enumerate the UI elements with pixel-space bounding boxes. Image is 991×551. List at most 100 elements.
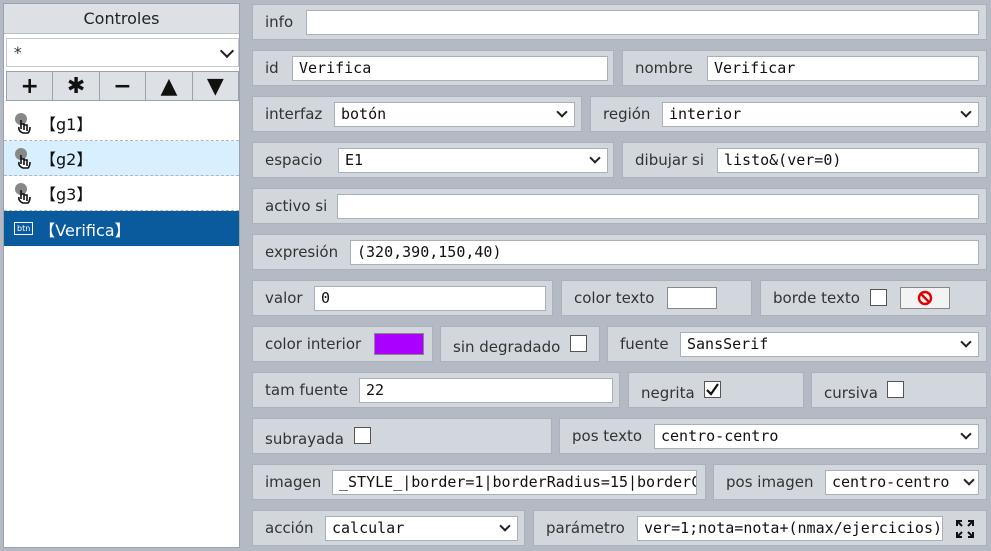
id-row: id Verifica <box>252 50 614 86</box>
subrayada-checkbox[interactable] <box>354 427 371 444</box>
cursiva-checkbox[interactable] <box>887 381 904 398</box>
fuente-label: fuente <box>620 335 669 353</box>
move-up-button[interactable]: ▲ <box>146 71 193 101</box>
properties-panel: info id Verifica nombre Verificar interf… <box>245 0 991 551</box>
interfaz-label: interfaz <box>265 105 323 123</box>
id-input[interactable]: Verifica <box>292 56 608 81</box>
controls-toolbar: + ✱ − ▲ ▼ <box>6 71 240 101</box>
controls-panel: Controles * + ✱ − ▲ ▼ 【g1】 【g2】 【g3】 btn… <box>3 3 240 548</box>
nombre-row: nombre Verificar <box>622 50 987 86</box>
interfaz-row: interfaz botón <box>252 96 582 132</box>
subrayada-row: subrayada <box>252 418 552 454</box>
borde-texto-label: borde texto <box>773 289 860 307</box>
valor-row: valor 0 <box>252 280 553 316</box>
expresion-row: expresión (320,390,150,40) <box>252 234 987 270</box>
fuente-row: fuente SansSerif <box>607 326 987 362</box>
chevron-down-icon <box>960 428 972 440</box>
color-texto-swatch[interactable] <box>667 287 717 309</box>
region-select[interactable]: interior <box>662 102 979 127</box>
expresion-input[interactable]: (320,390,150,40) <box>350 240 979 265</box>
accion-select[interactable]: calcular <box>325 516 518 541</box>
color-interior-label: color interior <box>265 335 362 353</box>
no-color-icon <box>917 290 933 306</box>
borde-color-button[interactable] <box>900 287 950 309</box>
list-item-label: 【g3】 <box>40 185 93 204</box>
pos-imagen-row: pos imagen centro-centro <box>713 464 987 500</box>
interfaz-value: botón <box>341 105 387 123</box>
color-texto-label: color texto <box>574 289 655 307</box>
borde-texto-checkbox[interactable] <box>870 289 887 306</box>
imagen-label: imagen <box>265 473 322 491</box>
add-button[interactable]: + <box>6 71 54 101</box>
list-item-label: 【g2】 <box>40 150 93 169</box>
move-down-button[interactable]: ▼ <box>192 71 240 101</box>
pos-texto-label: pos texto <box>572 427 643 445</box>
borde-texto-row: borde texto <box>760 280 987 316</box>
pos-texto-row: pos texto centro-centro <box>559 418 987 454</box>
nombre-input[interactable]: Verificar <box>707 56 979 81</box>
list-item-label: 【g1】 <box>40 115 93 134</box>
subrayada-label: subrayada <box>265 430 344 449</box>
tam-fuente-row: tam fuente 22 <box>252 372 620 408</box>
chevron-down-icon <box>556 106 568 118</box>
activo-input[interactable] <box>337 194 979 219</box>
color-texto-row: color texto <box>561 280 752 316</box>
chevron-down-icon <box>960 336 972 348</box>
sin-degradado-row: sin degradado <box>440 326 600 362</box>
filter-select[interactable]: * <box>6 38 239 67</box>
panel-title: Controles <box>4 4 239 34</box>
chevron-down-icon <box>589 152 601 164</box>
list-item-label: 【Verifica】 <box>39 220 131 240</box>
filter-value: * <box>13 43 23 62</box>
activo-row: activo si <box>252 188 987 224</box>
sin-degradado-label: sin degradado <box>453 338 561 357</box>
espacio-select[interactable]: E1 <box>338 148 608 173</box>
chevron-down-icon <box>499 520 511 532</box>
region-row: región interior <box>590 96 987 132</box>
remove-button[interactable]: − <box>99 71 147 101</box>
valor-input[interactable]: 0 <box>314 286 546 311</box>
pos-imagen-select[interactable]: centro-centro <box>825 470 979 495</box>
list-item[interactable]: 【g1】 <box>4 106 239 141</box>
chevron-down-icon <box>219 43 235 59</box>
tam-fuente-label: tam fuente <box>265 381 349 399</box>
pos-texto-value: centro-centro <box>661 427 779 445</box>
hand-pointer-icon <box>15 113 31 134</box>
negrita-row: negrita <box>628 372 804 408</box>
pos-imagen-value: centro-centro <box>832 473 950 491</box>
pos-texto-select[interactable]: centro-centro <box>654 424 979 449</box>
activo-label: activo si <box>265 197 328 215</box>
info-input[interactable] <box>306 10 979 35</box>
chevron-down-icon <box>963 474 975 486</box>
nombre-label: nombre <box>635 59 693 77</box>
info-row: info <box>252 4 987 40</box>
parametro-row: parámetro ver=1;nota=nota+(nmax/ejercici… <box>533 510 987 546</box>
list-item[interactable]: 【g2】 <box>4 141 239 176</box>
expand-icon[interactable] <box>955 519 975 539</box>
tam-fuente-input[interactable]: 22 <box>359 378 613 403</box>
espacio-label: espacio <box>265 151 323 169</box>
fuente-select[interactable]: SansSerif <box>680 332 979 357</box>
list-item[interactable]: btn 【Verifica】 <box>4 211 239 246</box>
duplicate-button[interactable]: ✱ <box>53 71 100 101</box>
cursiva-row: cursiva <box>811 372 987 408</box>
sin-degradado-checkbox[interactable] <box>570 335 587 352</box>
dibujar-input[interactable]: listo&(ver=0) <box>717 148 979 173</box>
list-item[interactable]: 【g3】 <box>4 176 239 211</box>
interfaz-select[interactable]: botón <box>334 102 575 127</box>
cursiva-label: cursiva <box>824 384 878 403</box>
imagen-row: imagen _STYLE_|border=1|borderRadius=15|… <box>252 464 706 500</box>
accion-row: acción calcular <box>252 510 525 546</box>
color-interior-swatch[interactable] <box>374 333 424 355</box>
espacio-row: espacio E1 <box>252 142 614 178</box>
hand-pointer-icon <box>15 148 31 169</box>
negrita-checkbox[interactable] <box>704 381 721 398</box>
negrita-label: negrita <box>641 384 695 403</box>
expresion-label: expresión <box>265 243 339 261</box>
check-icon <box>706 383 719 396</box>
hand-pointer-icon <box>15 183 31 204</box>
pos-imagen-label: pos imagen <box>726 473 814 491</box>
imagen-input[interactable]: _STYLE_|border=1|borderRadius=15|borderC… <box>332 470 697 495</box>
parametro-input[interactable]: ver=1;nota=nota+(nmax/ejercicios) <box>637 516 943 541</box>
accion-value: calcular <box>332 519 405 537</box>
